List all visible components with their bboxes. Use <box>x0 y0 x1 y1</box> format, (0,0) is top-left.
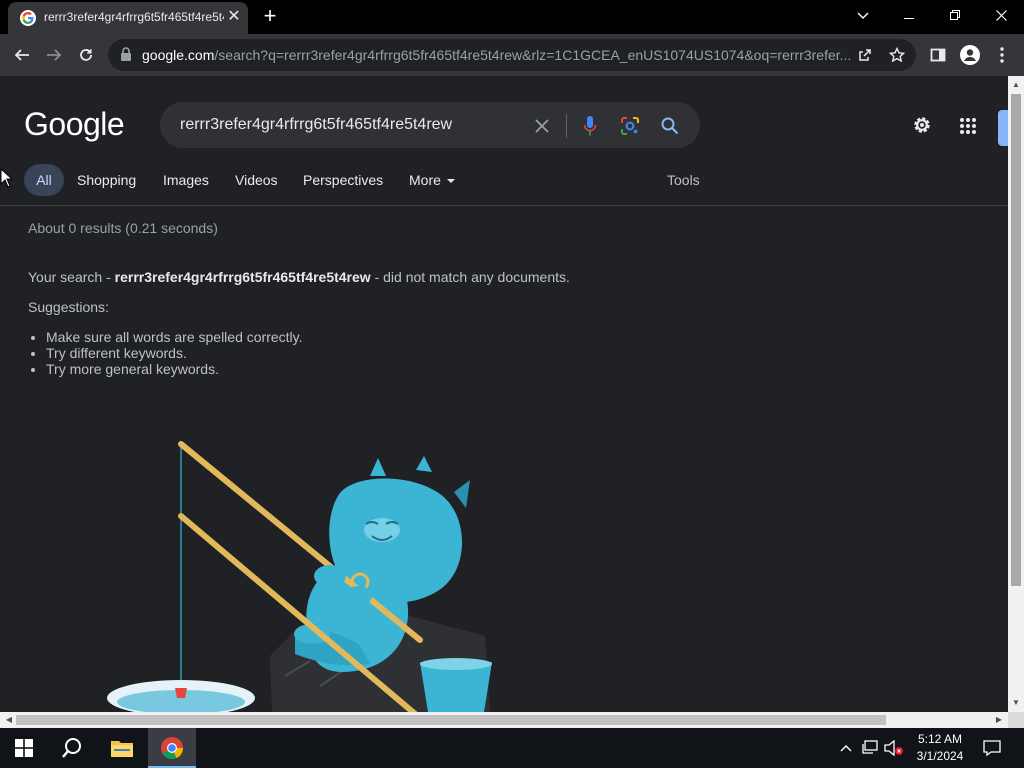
new-tab-button[interactable]: + <box>258 5 282 29</box>
suggestion-item: Try different keywords. <box>46 345 303 361</box>
no-match-suffix: - did not match any documents. <box>370 269 570 285</box>
scrollbar-corner <box>1008 712 1024 728</box>
clear-search-close-icon[interactable] <box>530 114 554 138</box>
google-favicon-icon <box>20 10 36 26</box>
forward-button[interactable] <box>40 41 68 69</box>
fishing-float <box>175 688 187 698</box>
start-button[interactable] <box>0 728 48 768</box>
volume-muted-icon[interactable] <box>884 738 904 758</box>
windows-taskbar: 5:12 AM 3/1/2024 <box>0 728 1024 768</box>
tools-button[interactable]: Tools <box>667 164 700 196</box>
chrome-taskbar-icon[interactable] <box>148 728 196 768</box>
tab-title: rerrr3refer4gr4rfrrg6t5fr465tf4re5t4rew … <box>44 10 224 24</box>
no-match-prefix: Your search - <box>28 269 115 285</box>
lens-search-camera-icon[interactable] <box>618 114 642 138</box>
title-bar: rerrr3refer4gr4rfrrg6t5fr465tf4re5t4rew … <box>0 0 1024 34</box>
search-filter-tabs: All Shopping Images Videos Perspectives … <box>0 164 1008 206</box>
share-icon[interactable] <box>854 44 876 66</box>
no-match-message: Your search - rerrr3refer4gr4rfrrg6t5fr4… <box>28 269 570 285</box>
tab-more-label: More <box>409 172 441 188</box>
fishing-mascot-illustration <box>107 441 492 712</box>
search-box[interactable]: rerrr3refer4gr4rfrrg6t5fr465tf4re5t4rew <box>160 102 700 148</box>
notifications-icon[interactable] <box>982 738 1002 758</box>
no-match-query: rerrr3refer4gr4rfrrg6t5fr465tf4re5t4rew <box>114 269 371 285</box>
back-button[interactable] <box>8 41 36 69</box>
apps-grid-icon[interactable] <box>956 114 980 138</box>
scroll-right-arrow-icon[interactable]: ▶ <box>992 712 1006 728</box>
suggestions-list: Make sure all words are spelled correctl… <box>46 329 303 377</box>
sign-in-button[interactable] <box>998 110 1008 146</box>
google-logo[interactable]: Google <box>24 106 125 143</box>
vertical-scrollbar[interactable]: ▲ ▼ <box>1008 76 1024 712</box>
network-icon[interactable] <box>860 738 880 758</box>
lock-icon[interactable] <box>120 47 132 61</box>
scroll-up-arrow-icon[interactable]: ▲ <box>1008 78 1024 92</box>
tab-close-icon[interactable]: ✕ <box>224 7 244 27</box>
search-input[interactable]: rerrr3refer4gr4rfrrg6t5fr465tf4re5t4rew <box>180 116 452 134</box>
browser-tab[interactable]: rerrr3refer4gr4rfrrg6t5fr465tf4re5t4rew … <box>8 2 248 34</box>
mouse-cursor-icon <box>0 168 12 188</box>
search-submit-icon[interactable] <box>658 114 682 138</box>
url-text[interactable]: google.com/search?q=rerrr3refer4gr4rfrrg… <box>142 47 850 63</box>
horizontal-scroll-thumb[interactable] <box>16 715 886 725</box>
suggestion-item: Make sure all words are spelled correctl… <box>46 329 303 345</box>
settings-gear-icon[interactable] <box>910 114 934 138</box>
file-explorer-icon[interactable] <box>98 728 146 768</box>
tab-all[interactable]: All <box>24 164 64 196</box>
search-divider <box>566 114 567 138</box>
bookmark-star-icon[interactable] <box>886 44 908 66</box>
vertical-scroll-thumb[interactable] <box>1011 94 1021 586</box>
clock-time: 5:12 AM <box>917 732 963 746</box>
system-clock[interactable]: 5:12 AM 3/1/2024 <box>908 731 972 765</box>
kebab-menu-icon[interactable] <box>988 41 1016 69</box>
result-stats: About 0 results (0.21 seconds) <box>28 220 218 236</box>
tab-videos[interactable]: Videos <box>235 164 278 196</box>
search-results-page: Google rerrr3refer4gr4rfrrg6t5fr465tf4re… <box>0 76 1008 712</box>
voice-search-mic-icon[interactable] <box>578 114 602 138</box>
search-taskbar-icon[interactable] <box>48 728 96 768</box>
tab-shopping[interactable]: Shopping <box>77 164 136 196</box>
browser-toolbar: google.com/search?q=rerrr3refer4gr4rfrrg… <box>0 34 1024 76</box>
suggestion-item: Try more general keywords. <box>46 361 303 377</box>
scroll-down-arrow-icon[interactable]: ▼ <box>1008 696 1024 710</box>
tab-search-chevron-down-icon[interactable] <box>840 0 886 30</box>
suggestions-heading: Suggestions: <box>28 299 109 315</box>
side-panel-icon[interactable] <box>924 41 952 69</box>
address-bar[interactable]: google.com/search?q=rerrr3refer4gr4rfrrg… <box>108 39 916 71</box>
screen: rerrr3refer4gr4rfrrg6t5fr465tf4re5t4rew … <box>0 0 1024 768</box>
restore-button[interactable] <box>932 0 978 30</box>
tab-images[interactable]: Images <box>163 164 209 196</box>
tab-more[interactable]: More <box>409 164 455 196</box>
chevron-up-icon[interactable] <box>836 738 856 758</box>
minimize-button[interactable] <box>886 0 932 30</box>
reload-button[interactable] <box>72 41 100 69</box>
close-window-button[interactable] <box>978 0 1024 30</box>
caret-down-icon <box>446 179 455 184</box>
horizontal-scrollbar[interactable]: ◀ ▶ <box>0 712 1008 728</box>
scroll-left-arrow-icon[interactable]: ◀ <box>2 712 16 728</box>
clock-date: 3/1/2024 <box>916 749 964 763</box>
url-path: /search?q=rerrr3refer4gr4rfrrg6t5fr465tf… <box>214 47 850 63</box>
profile-icon[interactable] <box>956 41 984 69</box>
url-host: google.com <box>142 47 215 63</box>
tab-perspectives[interactable]: Perspectives <box>303 164 383 196</box>
